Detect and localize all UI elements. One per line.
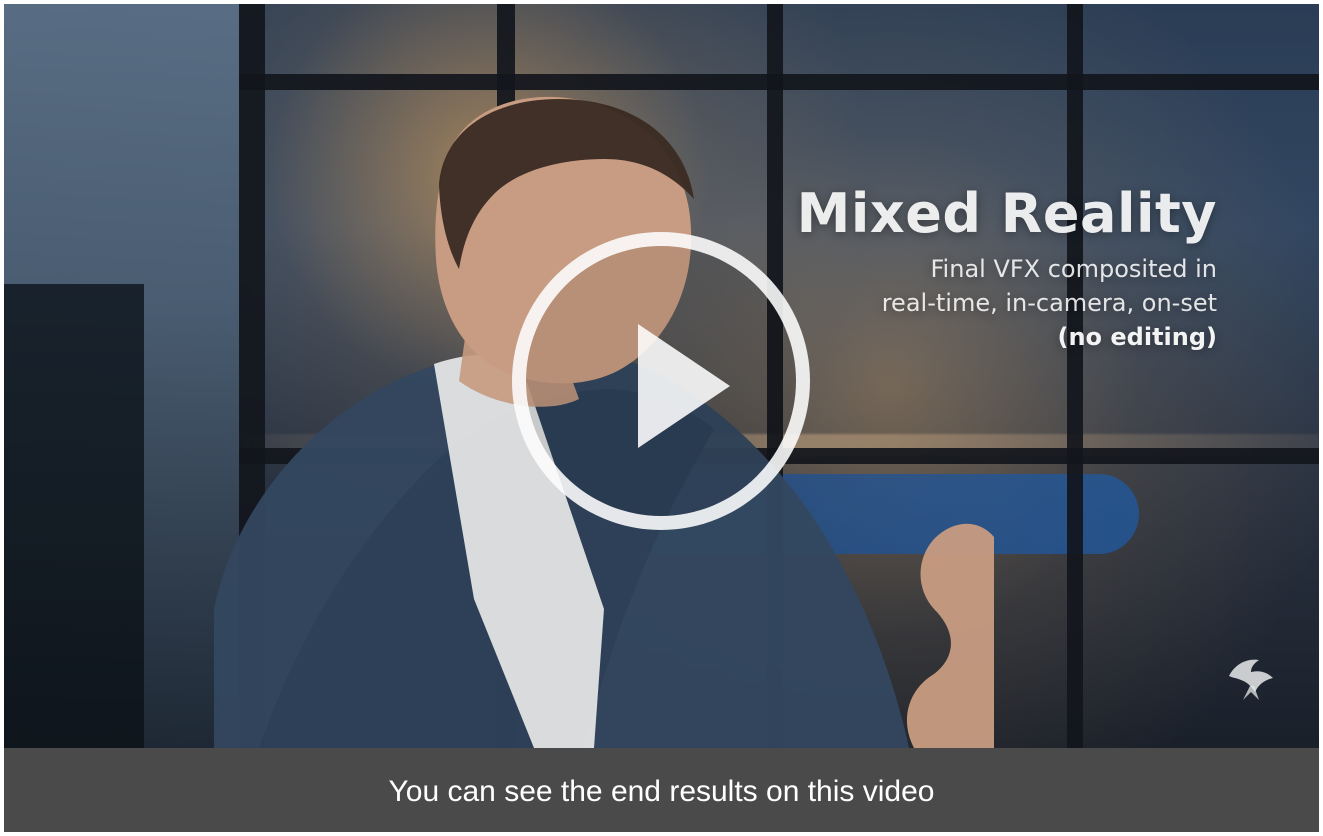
overlay-title: Mixed Reality [796, 182, 1217, 245]
window-mullion [239, 74, 1319, 90]
overlay-subtitle-line-2: real-time, in-camera, on-set [881, 289, 1217, 317]
overlay-emphasis: (no editing) [1057, 323, 1217, 351]
play-icon [638, 324, 730, 448]
video-embed: Mixed Reality Final VFX composited in re… [4, 4, 1319, 832]
window-mullion [1067, 4, 1083, 748]
video-thumbnail: Mixed Reality Final VFX composited in re… [4, 4, 1319, 748]
caption-bar: You can see the end results on this vide… [4, 748, 1319, 832]
play-button[interactable] [512, 232, 810, 530]
overlay-subtitle-line-1: Final VFX composited in [930, 255, 1218, 283]
background-object [4, 284, 144, 748]
video-title-overlay: Mixed Reality Final VFX composited in re… [757, 184, 1217, 354]
caption-text: You can see the end results on this vide… [388, 775, 935, 808]
bird-logo-icon [1229, 659, 1273, 700]
